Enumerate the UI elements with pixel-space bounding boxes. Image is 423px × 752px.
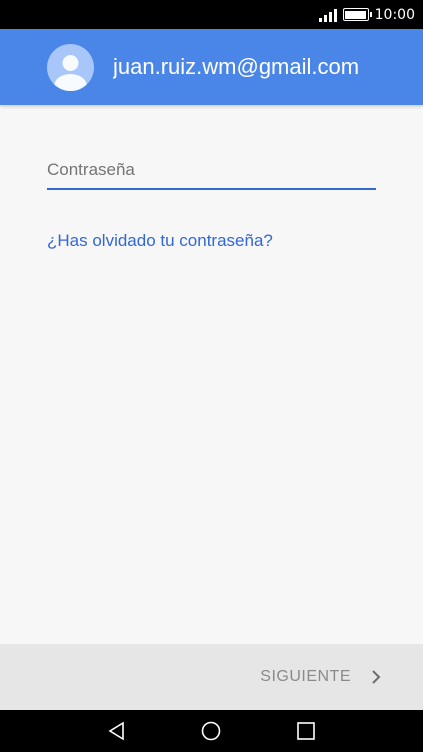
account-email: juan.ruiz.wm@gmail.com xyxy=(113,54,360,79)
chevron-right-icon xyxy=(369,670,383,684)
avatar-icon xyxy=(47,43,94,91)
forgot-password-link[interactable]: ¿Has olvidado tu contraseña? xyxy=(47,231,273,251)
navigation-bar xyxy=(0,710,423,752)
back-icon[interactable] xyxy=(107,721,127,741)
password-field[interactable] xyxy=(47,152,376,190)
next-button-label: SIGUIENTE xyxy=(260,668,351,685)
next-button[interactable]: SIGUIENTE xyxy=(260,664,383,690)
status-time: 10:00 xyxy=(374,6,415,23)
signal-icon xyxy=(318,8,337,22)
footer-bar: SIGUIENTE xyxy=(0,644,423,710)
status-bar: 10:00 xyxy=(0,0,423,29)
account-header: juan.ruiz.wm@gmail.com xyxy=(0,29,423,105)
recent-apps-icon[interactable] xyxy=(296,721,316,741)
battery-icon xyxy=(342,8,372,21)
home-icon[interactable] xyxy=(201,721,221,741)
